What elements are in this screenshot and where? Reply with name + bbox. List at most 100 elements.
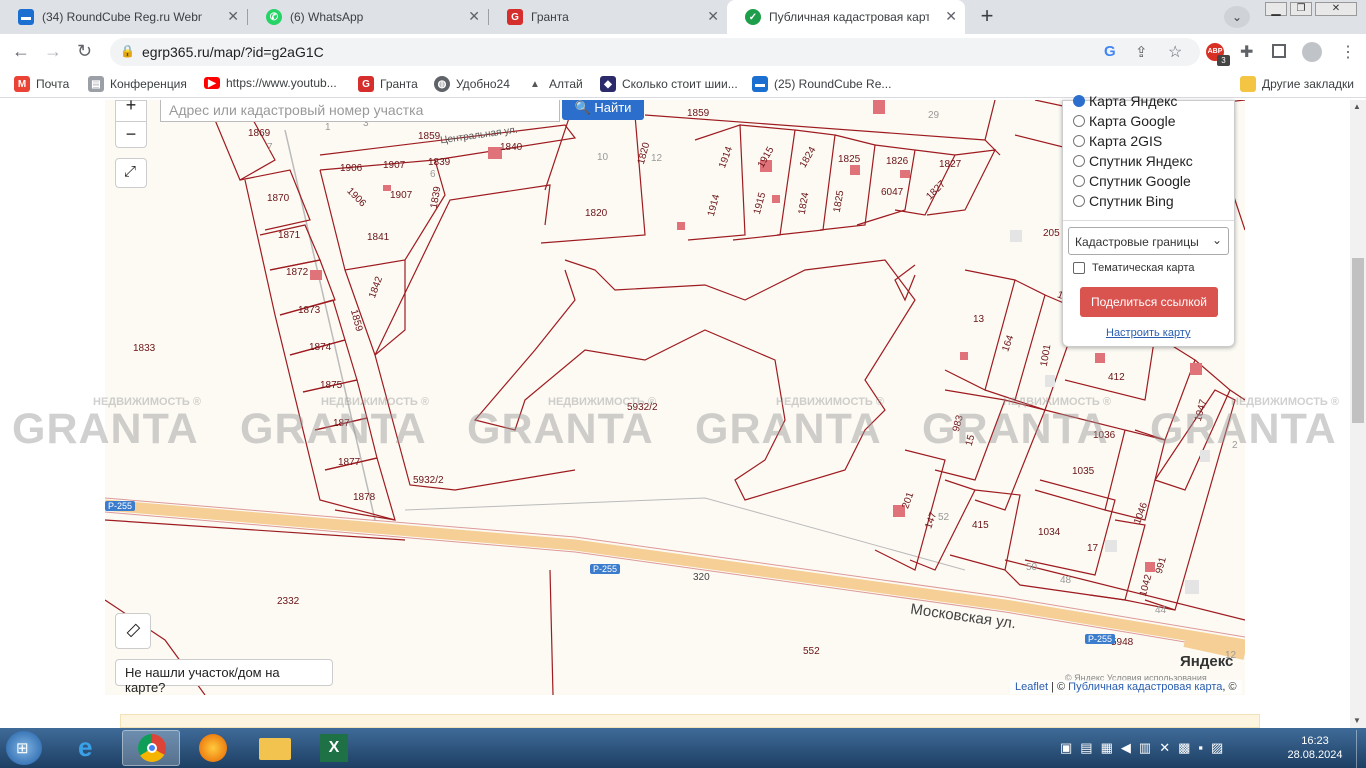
tray-icon[interactable]: ▪ [1198,740,1211,755]
radio-icon[interactable] [1073,175,1085,187]
bookmark-star-icon[interactable]: ☆ [1168,42,1182,62]
scroll-up-icon[interactable]: ▲ [1353,102,1361,111]
tray-icon[interactable]: ▨ [1211,740,1231,755]
restore-icon[interactable]: ❐ [1290,2,1312,16]
url-text[interactable]: egrp365.ru/map/?id=g2aG1C [142,44,324,60]
zoom-out-button[interactable]: − [116,121,146,145]
bookmark-item[interactable]: M Почта [14,76,69,92]
scrollbar-thumb[interactable] [1352,258,1364,423]
close-icon[interactable]: ✕ [707,8,719,25]
bookmark-item[interactable]: ◆ Сколько стоит шии... [600,76,738,92]
layer-radio-2gis-map[interactable]: Карта 2GIS [1073,133,1162,149]
bookmark-item[interactable]: ▲ Алтай [527,76,583,92]
start-button[interactable]: ⊞ [6,731,42,765]
tray-icon[interactable]: ▩ [1178,740,1198,755]
new-tab-button[interactable]: + [973,4,1001,30]
taskbar-firefox[interactable] [184,730,242,766]
radio-icon[interactable] [1073,155,1085,167]
tab-granta[interactable]: G Гранта ✕ [489,0,727,34]
leaflet-link[interactable]: Leaflet [1015,681,1048,693]
tab-search-chevron-icon[interactable]: ⌄ [1224,6,1250,28]
excel-icon: X [320,734,348,762]
taskbar-explorer[interactable] [246,730,304,766]
reload-icon[interactable]: ↻ [77,41,92,62]
check-icon: ✓ [745,9,761,25]
checkbox-icon[interactable] [1073,262,1085,274]
tab-roundcube[interactable]: ▬ (34) RoundCube Reg.ru Webmail ✕ [0,0,247,34]
lock-icon[interactable]: 🔒 [120,44,135,58]
minimize-icon[interactable]: ▁ [1265,2,1287,16]
radio-icon[interactable] [1073,115,1085,127]
taskbar-ie[interactable]: e [62,730,120,766]
address-search-input[interactable]: Адрес или кадастровый номер участка [160,100,560,122]
tab-cadastral-map[interactable]: ✓ Публичная кадастровая карта К ✕ [727,0,965,34]
tray-icon[interactable]: ▣ [1060,740,1080,755]
taskbar-excel[interactable]: X [306,730,364,766]
bookmark-item[interactable]: G Гранта [358,76,418,92]
radio-icon[interactable] [1073,135,1085,147]
parcel-label: 1869 [248,128,271,139]
tray-icon[interactable]: ▦ [1101,740,1121,755]
network-icon[interactable]: ▥ [1139,740,1159,755]
tab-whatsapp[interactable]: ✆ (6) WhatsApp ✕ [248,0,488,34]
search-button[interactable]: 🔍 Найти [562,100,644,120]
scroll-down-icon[interactable]: ▼ [1353,716,1361,725]
radio-selected-icon[interactable] [1073,95,1085,107]
close-icon[interactable]: ✕ [227,8,239,25]
cadastral-source-link[interactable]: Публичная кадастровая карта [1068,681,1222,693]
share-link-button[interactable]: Поделиться ссылкой [1080,287,1218,317]
show-desktop-button[interactable] [1356,730,1366,768]
taskbar-clock[interactable]: 16:23 28.08.2024 [1280,734,1350,762]
parcel-label: 52 [938,512,950,523]
layer-radio-yandex-map[interactable]: Карта Яндекс [1073,93,1177,109]
volume-icon[interactable]: ◀ [1121,740,1139,755]
zoom-control: + − [115,95,147,148]
layer-radio-bing-satellite[interactable]: Спутник Bing [1073,193,1174,209]
system-tray[interactable]: ▣▤▦◀▥✕▩▪▨ [1060,740,1231,756]
divider [1063,220,1234,221]
layer-radio-google-map[interactable]: Карта Google [1073,113,1176,129]
tray-icon[interactable]: ▤ [1080,740,1100,755]
thematic-map-toggle[interactable]: Тематическая карта [1073,262,1194,274]
forward-arrow-icon[interactable]: → [44,41,62,62]
close-icon[interactable]: ✕ [468,8,480,25]
profile-avatar-icon[interactable] [1302,42,1322,62]
zoom-in-button[interactable]: + [116,93,146,117]
tray-icon[interactable]: ✕ [1159,740,1178,755]
expand-icon: ⤢ [124,163,137,180]
extensions-puzzle-icon[interactable]: ✚ [1240,42,1253,62]
chevron-down-icon: ⌄ [1211,233,1222,247]
taskbar-chrome[interactable] [122,730,180,766]
configure-map-link[interactable]: Настроить карту [1106,327,1191,339]
back-arrow-icon[interactable]: ← [12,41,30,62]
menu-dots-icon[interactable]: ⋮ [1340,42,1356,62]
layer-radio-yandex-satellite[interactable]: Спутник Яндекс [1073,153,1193,169]
fullscreen-button[interactable]: ⤢ [115,158,147,188]
share-icon[interactable]: ⇪ [1135,43,1148,61]
site-icon: ◆ [600,76,616,92]
internet-explorer-icon: e [78,732,93,762]
bookmark-item[interactable]: ◍ Удобно24 [434,76,510,92]
bookmark-item[interactable]: ▤ Конференция [88,76,187,92]
radio-icon[interactable] [1073,195,1085,207]
google-translate-icon[interactable]: G [1104,43,1116,60]
road-km-label: 320 [693,572,710,583]
watermark-text: GRANTA [922,405,1109,453]
parcel-label: 1871 [278,230,301,241]
bookmark-item[interactable]: ▶ https://www.youtub... [204,76,337,90]
ruler-button[interactable]: ▭ [115,613,151,649]
firefox-icon [199,734,227,762]
close-window-icon[interactable]: ✕ [1315,2,1357,16]
not-found-button[interactable]: Не нашли участок/дом на карте? [115,659,333,695]
globe-icon: ◍ [434,76,450,92]
bookmark-item[interactable]: ▬ (25) RoundCube Re... [752,76,891,92]
other-bookmarks[interactable]: Другие закладки [1240,76,1354,92]
road-shield: Р-255 [1085,634,1116,644]
parcel-label: 1877 [338,457,361,468]
overlay-select[interactable]: Кадастровые границы ⌄ [1068,227,1229,255]
side-panel-icon[interactable] [1272,44,1286,58]
parcel-label: 1907 [383,160,406,171]
page-icon: ▤ [88,76,104,92]
layer-radio-google-satellite[interactable]: Спутник Google [1073,173,1191,189]
close-icon[interactable]: ✕ [945,8,957,25]
